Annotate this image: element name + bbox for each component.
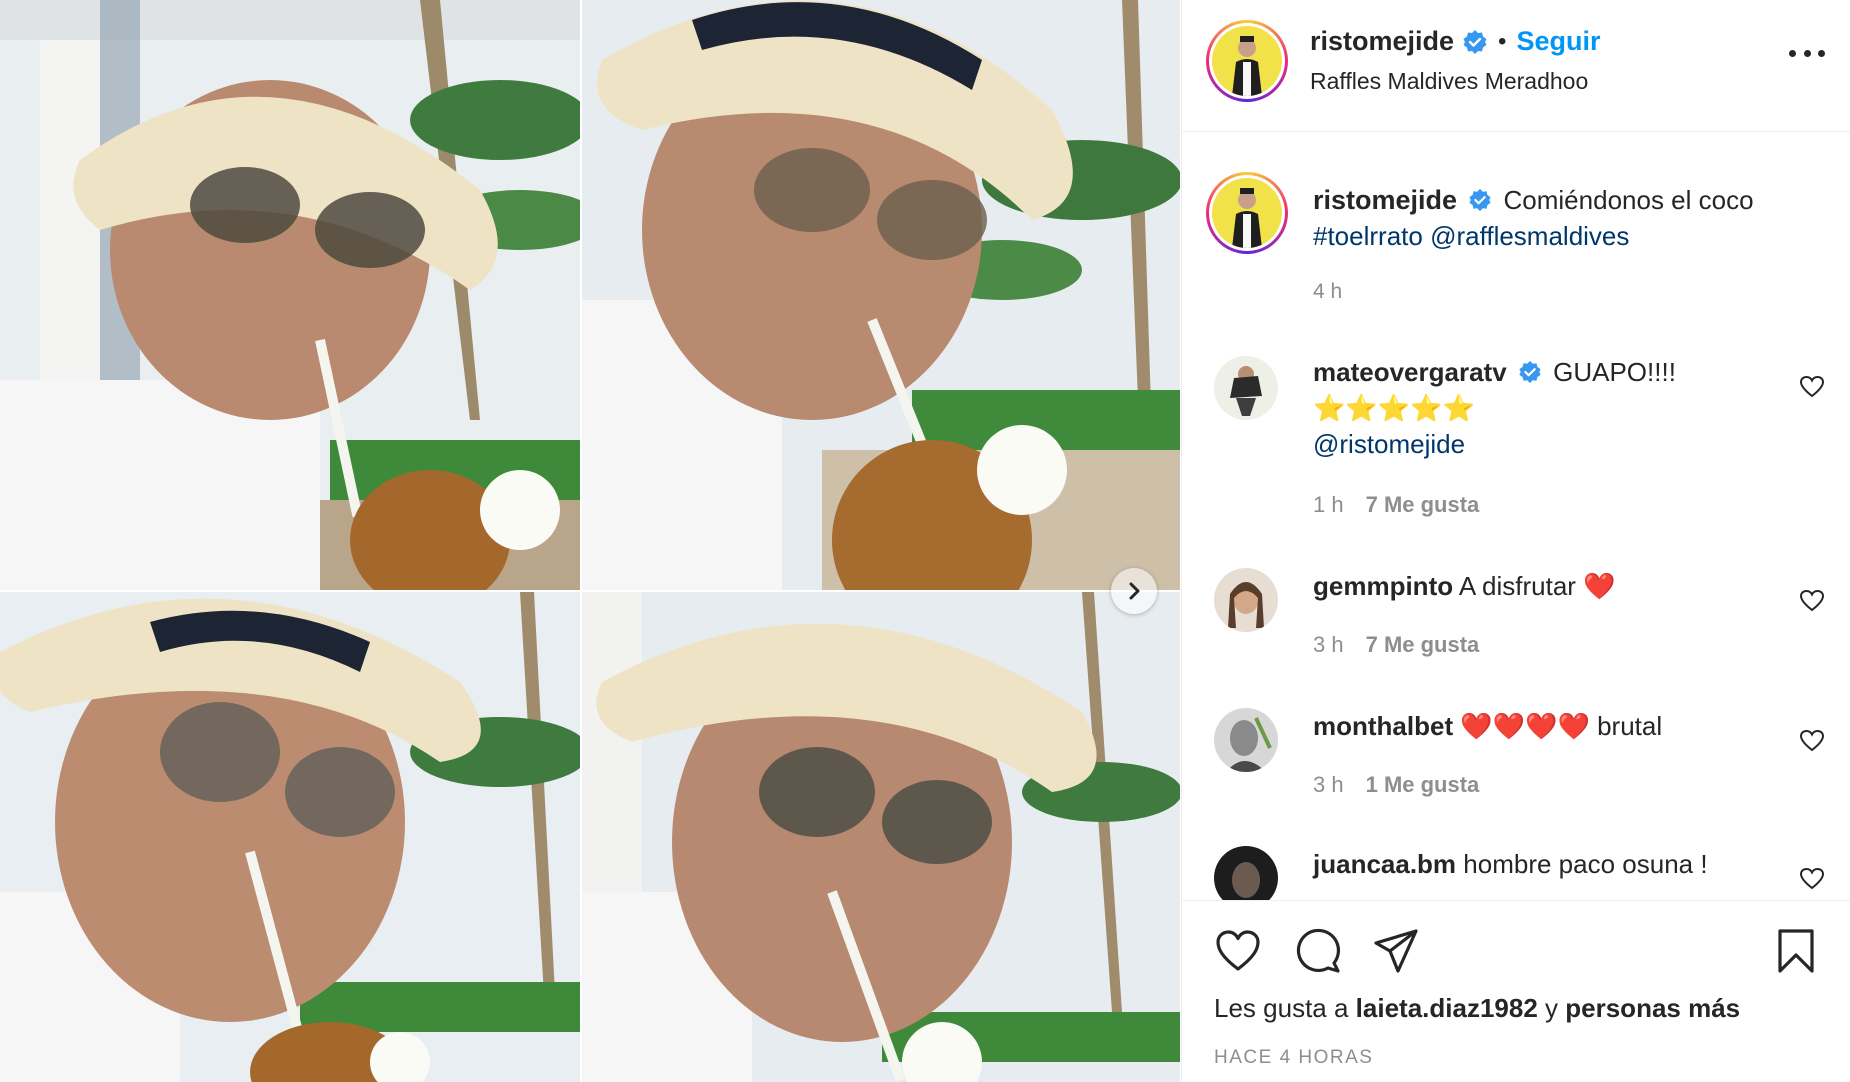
post-actions: Les gusta a laieta.diaz1982 y personas m… (1182, 900, 1850, 1082)
likes-others-link[interactable]: personas más (1565, 993, 1740, 1023)
comment-username[interactable]: gemmpinto (1313, 571, 1453, 601)
caption-text: Comiéndonos el coco (1503, 185, 1754, 215)
photo-tile-3 (0, 592, 580, 1082)
comment-emoji: ❤️ (1583, 571, 1616, 601)
comment-icon[interactable] (1294, 927, 1342, 975)
comment-time[interactable]: 1 h (1313, 492, 1344, 518)
heart-icon[interactable] (1799, 588, 1825, 614)
liked-by-username[interactable]: laieta.diaz1982 (1356, 993, 1538, 1023)
verified-badge-icon (1463, 29, 1487, 54)
comment-likes[interactable]: 1 Me gusta (1366, 772, 1480, 798)
heart-icon[interactable] (1799, 728, 1825, 754)
comment-text: brutal (1597, 711, 1663, 741)
commenter-avatar[interactable] (1214, 708, 1278, 772)
comment-text: hombre paco osuna ! (1463, 849, 1708, 879)
verified-badge-icon (1519, 360, 1541, 384)
verified-badge-icon (1469, 188, 1491, 212)
author-username[interactable]: ristomejide (1310, 26, 1454, 57)
comment-text: GUAPO!!!! (1553, 357, 1676, 387)
like-heart-icon[interactable] (1214, 927, 1262, 975)
comment-text: A disfrutar (1458, 571, 1576, 601)
caption-mention[interactable]: @rafflesmaldives (1430, 221, 1629, 251)
author-avatar[interactable] (1206, 20, 1288, 102)
comment-likes[interactable]: 7 Me gusta (1366, 632, 1480, 658)
photo-tile-2 (582, 0, 1180, 590)
follow-button[interactable]: Seguir (1516, 26, 1600, 57)
commenter-avatar[interactable] (1214, 846, 1278, 900)
likes-summary: Les gusta a laieta.diaz1982 y personas m… (1214, 993, 1740, 1024)
chevron-right-icon (1129, 582, 1140, 600)
more-options-icon[interactable] (1789, 50, 1825, 62)
post-media[interactable] (0, 0, 1180, 1082)
caption-username[interactable]: ristomejide (1313, 185, 1457, 215)
heart-icon[interactable] (1799, 866, 1825, 892)
comment-username[interactable]: monthalbet (1313, 711, 1453, 741)
comment-likes[interactable]: 7 Me gusta (1366, 492, 1480, 518)
comment-time[interactable]: 3 h (1313, 632, 1344, 658)
next-photo-button[interactable] (1111, 568, 1157, 614)
comment-emoji: ⭐⭐⭐⭐⭐ (1313, 393, 1475, 423)
post-header: ristomejide • Seguir Raffles Maldives Me… (1182, 0, 1850, 132)
commenter-avatar[interactable] (1214, 568, 1278, 632)
post-timestamp[interactable]: HACE 4 HORAS (1214, 1047, 1373, 1069)
caption-time[interactable]: 4 h (1313, 280, 1342, 304)
comment-time[interactable]: 3 h (1313, 772, 1344, 798)
likes-joiner: y (1545, 993, 1559, 1023)
post-location[interactable]: Raffles Maldives Meradhoo (1310, 68, 1588, 95)
commenter-avatar[interactable] (1214, 356, 1278, 420)
comment-username[interactable]: mateovergaratv (1313, 357, 1507, 387)
post-side-panel: ristomejide • Seguir Raffles Maldives Me… (1181, 0, 1850, 1082)
likes-prefix: Les gusta a (1214, 993, 1349, 1023)
bookmark-icon[interactable] (1772, 927, 1820, 975)
comment-emoji: ❤️❤️❤️❤️ (1460, 711, 1590, 741)
share-icon[interactable] (1372, 927, 1420, 975)
photo-tile-4 (582, 592, 1180, 1082)
caption-hashtag[interactable]: #toelrrato (1313, 221, 1423, 251)
comment-item: juancaa.bm hombre paco osuna ! (1182, 846, 1850, 900)
heart-icon[interactable] (1799, 374, 1825, 400)
photo-tile-1 (0, 0, 580, 590)
comment-mention[interactable]: @ristomejide (1313, 429, 1465, 459)
separator-dot: • (1498, 27, 1507, 55)
caption-avatar[interactable] (1206, 172, 1288, 254)
comment-username[interactable]: juancaa.bm (1313, 849, 1456, 879)
